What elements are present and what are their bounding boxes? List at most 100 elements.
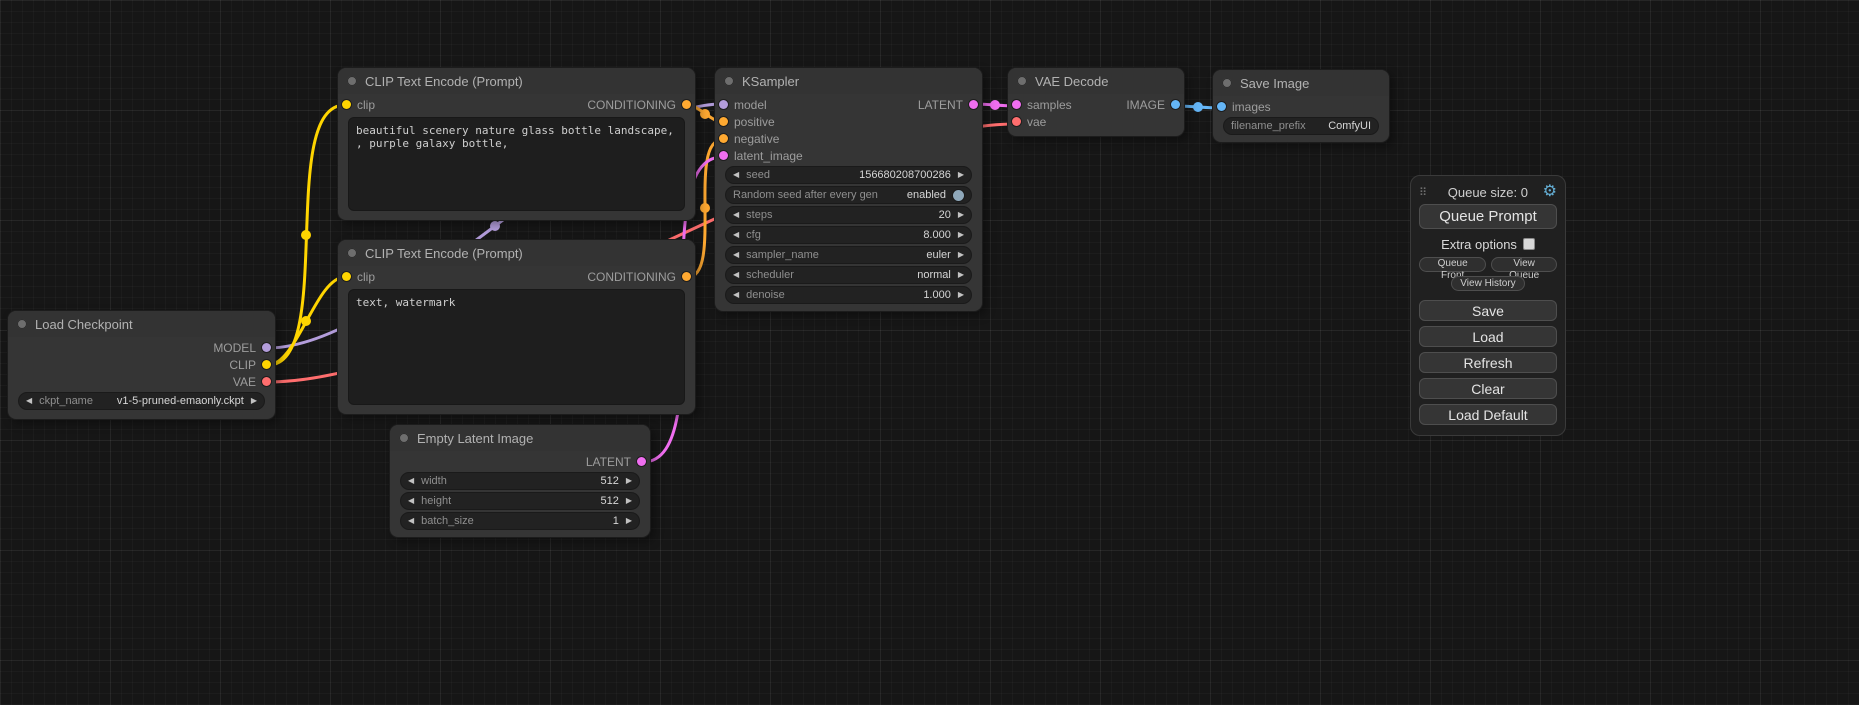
view-history-button[interactable]: View History <box>1451 276 1524 291</box>
queue-prompt-button[interactable]: Queue Prompt <box>1419 204 1557 229</box>
prompt-textarea[interactable]: beautiful scenery nature glass bottle la… <box>348 117 685 211</box>
widget-cfg[interactable]: ◀ cfg 8.000 ▶ <box>725 226 972 244</box>
increment-arrow-icon[interactable]: ▶ <box>958 267 964 283</box>
link-clip-negative <box>268 277 345 365</box>
increment-arrow-icon[interactable]: ▶ <box>958 247 964 263</box>
widget-batch-size[interactable]: ◀ batch_size 1 ▶ <box>400 512 640 530</box>
settings-gear-icon[interactable]: ⚙ <box>1543 184 1557 200</box>
collapse-dot-icon[interactable] <box>399 433 409 443</box>
input-port-images[interactable] <box>1217 102 1226 111</box>
decrement-arrow-icon[interactable]: ◀ <box>26 393 32 409</box>
increment-arrow-icon[interactable]: ▶ <box>958 207 964 223</box>
queue-front-button[interactable]: Queue Front <box>1419 257 1486 272</box>
output-label-model: MODEL <box>213 341 256 355</box>
decrement-arrow-icon[interactable]: ◀ <box>408 493 414 509</box>
output-port-latent[interactable] <box>637 457 646 466</box>
decrement-arrow-icon[interactable]: ◀ <box>733 207 739 223</box>
input-label-vae: vae <box>1027 115 1046 129</box>
widget-scheduler[interactable]: ◀ scheduler normal ▶ <box>725 266 972 284</box>
node-clip-text-encode-positive: CLIP Text Encode (Prompt) clip CONDITION… <box>338 68 695 220</box>
collapse-dot-icon[interactable] <box>1222 78 1232 88</box>
input-port-clip[interactable] <box>342 100 351 109</box>
increment-arrow-icon[interactable]: ▶ <box>626 493 632 509</box>
widget-denoise[interactable]: ◀ denoise 1.000 ▶ <box>725 286 972 304</box>
collapse-dot-icon[interactable] <box>17 319 27 329</box>
input-label-positive: positive <box>734 115 775 129</box>
node-title-bar[interactable]: VAE Decode <box>1008 68 1184 94</box>
output-label-conditioning: CONDITIONING <box>587 270 676 284</box>
increment-arrow-icon[interactable]: ▶ <box>958 167 964 183</box>
node-title-bar[interactable]: Save Image <box>1213 70 1389 96</box>
output-port-conditioning[interactable] <box>682 272 691 281</box>
decrement-arrow-icon[interactable]: ◀ <box>733 287 739 303</box>
node-title-bar[interactable]: CLIP Text Encode (Prompt) <box>338 240 695 266</box>
widget-steps[interactable]: ◀ steps 20 ▶ <box>725 206 972 224</box>
load-default-button[interactable]: Load Default <box>1419 404 1557 425</box>
node-title-bar[interactable]: CLIP Text Encode (Prompt) <box>338 68 695 94</box>
prompt-textarea[interactable]: text, watermark <box>348 289 685 405</box>
increment-arrow-icon[interactable]: ▶ <box>251 393 257 409</box>
node-title-bar[interactable]: KSampler <box>715 68 982 94</box>
widget-width[interactable]: ◀ width 512 ▶ <box>400 472 640 490</box>
widget-label: seed <box>746 169 770 181</box>
node-clip-text-encode-negative: CLIP Text Encode (Prompt) clip CONDITION… <box>338 240 695 414</box>
decrement-arrow-icon[interactable]: ◀ <box>733 267 739 283</box>
collapse-dot-icon[interactable] <box>1017 76 1027 86</box>
input-label-negative: negative <box>734 132 779 146</box>
output-port-image[interactable] <box>1171 100 1180 109</box>
increment-arrow-icon[interactable]: ▶ <box>958 227 964 243</box>
output-port-model[interactable] <box>262 343 271 352</box>
clear-button[interactable]: Clear <box>1419 378 1557 399</box>
increment-arrow-icon[interactable]: ▶ <box>626 513 632 529</box>
save-button[interactable]: Save <box>1419 300 1557 321</box>
load-button[interactable]: Load <box>1419 326 1557 347</box>
refresh-button[interactable]: Refresh <box>1419 352 1557 373</box>
input-label-clip: clip <box>357 98 375 112</box>
input-port-negative[interactable] <box>719 134 728 143</box>
increment-arrow-icon[interactable]: ▶ <box>626 473 632 489</box>
widget-seed[interactable]: ◀ seed 156680208700286 ▶ <box>725 166 972 184</box>
output-port-vae[interactable] <box>262 377 271 386</box>
decrement-arrow-icon[interactable]: ◀ <box>733 247 739 263</box>
input-port-positive[interactable] <box>719 117 728 126</box>
widget-filename-prefix[interactable]: filename_prefix ComfyUI <box>1223 117 1379 135</box>
decrement-arrow-icon[interactable]: ◀ <box>733 167 739 183</box>
graph-canvas[interactable]: Load Checkpoint MODEL CLIP VAE <box>0 0 1859 705</box>
widget-label: width <box>421 475 447 487</box>
node-title-bar[interactable]: Empty Latent Image <box>390 425 650 451</box>
decrement-arrow-icon[interactable]: ◀ <box>733 227 739 243</box>
increment-arrow-icon[interactable]: ▶ <box>958 287 964 303</box>
input-port-samples[interactable] <box>1012 100 1021 109</box>
collapse-dot-icon[interactable] <box>724 76 734 86</box>
widget-value: enabled <box>907 189 946 201</box>
drag-handle-icon[interactable]: ⠿ <box>1419 186 1427 199</box>
widget-value: 8.000 <box>923 229 951 241</box>
queue-panel: ⠿ Queue size: 0 ⚙ Queue Prompt Extra opt… <box>1410 175 1566 436</box>
widget-label: Random seed after every gen <box>733 189 878 201</box>
input-port-clip[interactable] <box>342 272 351 281</box>
node-title-bar[interactable]: Load Checkpoint <box>8 311 275 337</box>
collapse-dot-icon[interactable] <box>347 248 357 258</box>
node-title: CLIP Text Encode (Prompt) <box>365 74 523 89</box>
widget-value: 512 <box>600 475 618 487</box>
widget-random-seed-toggle[interactable]: Random seed after every gen enabled <box>725 186 972 204</box>
node-title: CLIP Text Encode (Prompt) <box>365 246 523 261</box>
collapse-dot-icon[interactable] <box>347 76 357 86</box>
widget-label: steps <box>746 209 772 221</box>
input-port-latent-image[interactable] <box>719 151 728 160</box>
toggle-dot-icon[interactable] <box>953 190 964 201</box>
extra-options-checkbox[interactable] <box>1523 238 1535 250</box>
input-port-vae[interactable] <box>1012 117 1021 126</box>
widget-height[interactable]: ◀ height 512 ▶ <box>400 492 640 510</box>
view-queue-button[interactable]: View Queue <box>1491 257 1557 272</box>
widget-ckpt-name[interactable]: ◀ ckpt_name v1-5-pruned-emaonly.ckpt ▶ <box>18 392 265 410</box>
output-port-latent[interactable] <box>969 100 978 109</box>
widget-sampler-name[interactable]: ◀ sampler_name euler ▶ <box>725 246 972 264</box>
output-port-conditioning[interactable] <box>682 100 691 109</box>
decrement-arrow-icon[interactable]: ◀ <box>408 513 414 529</box>
decrement-arrow-icon[interactable]: ◀ <box>408 473 414 489</box>
link-midpoint-dot <box>301 230 311 240</box>
input-port-model[interactable] <box>719 100 728 109</box>
output-label-conditioning: CONDITIONING <box>587 98 676 112</box>
output-port-clip[interactable] <box>262 360 271 369</box>
